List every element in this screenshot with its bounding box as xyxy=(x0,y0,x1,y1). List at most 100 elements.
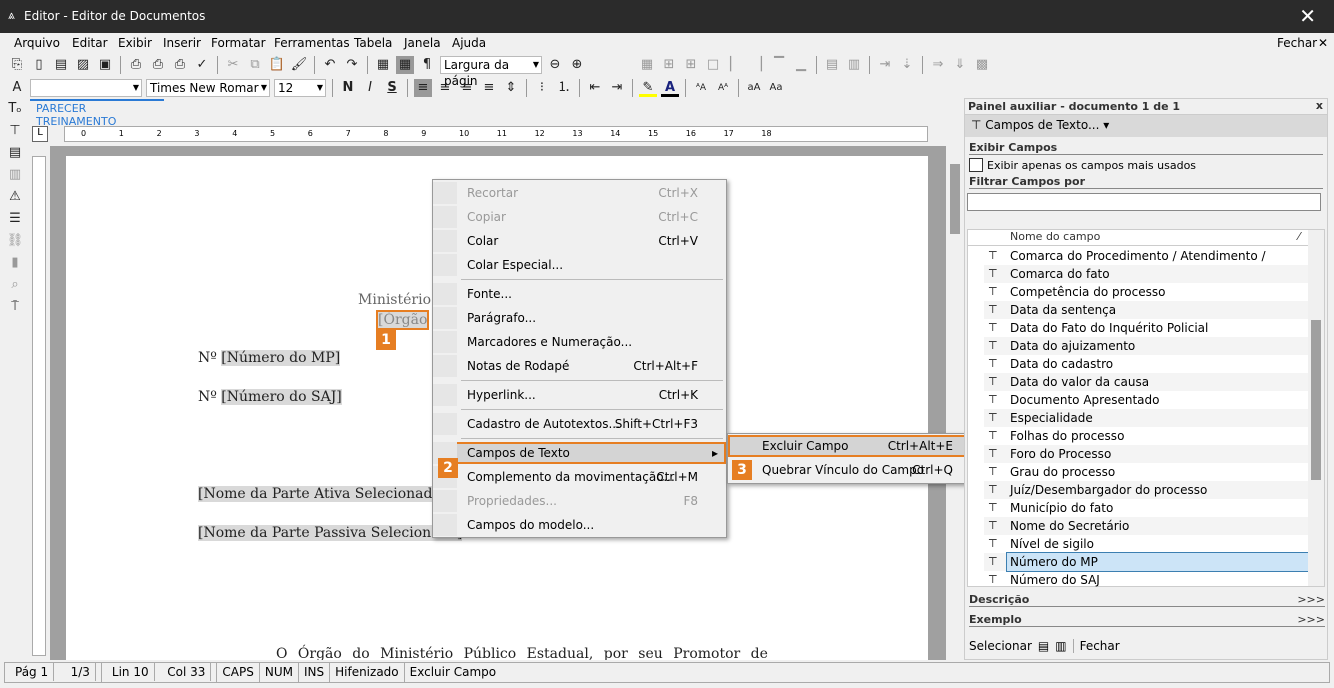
field-numero-mp[interactable]: [Número do MP] xyxy=(221,350,341,366)
field-list-item[interactable]: ⊤ Município do fato xyxy=(984,499,1310,517)
field-list-item[interactable]: ⊤ Foro do Processo xyxy=(984,445,1310,463)
tab-stop-selector[interactable]: L xyxy=(32,126,48,142)
list-icon[interactable]: ☰ xyxy=(6,210,24,228)
split-rows-icon[interactable]: ▤ xyxy=(823,56,841,74)
autotext-icon[interactable]: ▥ xyxy=(6,166,24,184)
zoom-select[interactable]: Largura da págin ▼ xyxy=(440,56,542,88)
pilcrow-icon[interactable]: ¶ xyxy=(418,56,436,74)
style-select[interactable]: ▼ xyxy=(30,79,142,97)
draw-table-icon[interactable]: ▦ xyxy=(396,56,414,74)
paint-icon[interactable]: ⍑ xyxy=(6,298,24,316)
context-item-marcadores-e-numera-o[interactable]: Marcadores e Numeração... xyxy=(433,331,726,353)
field-numero-saj[interactable]: [Número do SAJ] xyxy=(221,389,342,405)
context-item-fonte[interactable]: Fonte... xyxy=(433,283,726,305)
zoom-out-icon[interactable]: ⊖ xyxy=(546,56,564,74)
align-left-icon[interactable]: ≡ xyxy=(414,79,432,97)
field-orgao[interactable]: [Órgão xyxy=(375,310,430,330)
spellcheck-icon[interactable]: ✓ xyxy=(193,56,211,74)
open-recent-icon[interactable]: ▨ xyxy=(74,56,92,74)
field-parte-passiva[interactable]: [Nome da Parte Passiva Selecionada] xyxy=(198,525,463,541)
field-list-item[interactable]: ⊤ Nome do Secretário xyxy=(984,517,1310,535)
borders-grid-icon[interactable]: ⊞ xyxy=(660,56,678,74)
link-icon[interactable]: ⛓ xyxy=(6,232,24,250)
bold-button[interactable]: N xyxy=(339,79,357,97)
uppercase-icon[interactable]: Aa xyxy=(767,79,785,97)
menu-inserir[interactable]: Inserir xyxy=(163,36,201,50)
print-preview-icon[interactable]: ⎙ xyxy=(171,56,189,74)
field-list-item[interactable]: ⊤ Número do SAJ xyxy=(984,571,1310,589)
increase-indent-icon[interactable]: ⇥ xyxy=(608,79,626,97)
menu-editar[interactable]: Editar xyxy=(72,36,108,50)
cut-icon[interactable]: ✂ xyxy=(224,56,242,74)
new-document-icon[interactable]: ▯ xyxy=(30,56,48,74)
justify-icon[interactable]: ≡ xyxy=(480,79,498,97)
save-icon[interactable]: ▣ xyxy=(96,56,114,74)
field-list-item[interactable]: ⊤ Documento Apresentado xyxy=(984,391,1310,409)
italic-button[interactable]: I xyxy=(361,79,379,97)
alert-icon[interactable]: ⚠ xyxy=(6,188,24,206)
context-item-campos-de-texto[interactable]: Campos de Texto ▸ xyxy=(433,442,726,464)
context-item-complemento-da-movimenta-o[interactable]: Complemento da movimentação... Ctrl+M xyxy=(433,466,726,488)
filter-input[interactable] xyxy=(967,193,1321,211)
context-item-propriedades[interactable]: Propriedades... F8 xyxy=(433,490,726,512)
context-item-campos-do-modelo[interactable]: Campos do modelo... xyxy=(433,514,726,536)
fields-scroll-thumb[interactable] xyxy=(1311,320,1321,480)
menu-janela[interactable]: Janela xyxy=(404,36,441,50)
context-item-cadastro-de-autotextos[interactable]: Cadastro de Autotextos... Shift+Ctrl+F3 xyxy=(433,413,726,435)
paste-icon[interactable]: 📋 xyxy=(268,56,286,74)
horizontal-ruler[interactable]: 0 1 2 3 4 5 6 7 8 9 10 11 12 13 14 15 16 17 18 xyxy=(64,126,928,142)
copy-icon[interactable]: ⧉ xyxy=(246,56,264,74)
delete-row-icon[interactable]: ⇒ xyxy=(929,56,947,74)
field-list-item[interactable]: ⊤ Data do ajuizamento xyxy=(984,337,1310,355)
close-doc-icon[interactable]: ✕ xyxy=(1318,36,1328,50)
border-left-icon[interactable]: ▏ xyxy=(726,56,744,74)
model-fields-icon[interactable]: ▤ xyxy=(6,144,24,162)
format-painter-icon[interactable]: 🖌 xyxy=(290,56,308,74)
font-size-select[interactable]: 12 ▼ xyxy=(274,79,326,97)
menu-arquivo[interactable]: Arquivo xyxy=(14,36,60,50)
print-icon[interactable]: ⎙ xyxy=(127,56,145,74)
close-window-button[interactable]: ✕ xyxy=(1299,4,1316,28)
fechar-button[interactable]: Fechar xyxy=(1072,639,1120,653)
insert-field-icon[interactable]: Tₒ xyxy=(6,100,24,118)
menu-ajuda[interactable]: Ajuda xyxy=(452,36,486,50)
field-list-item[interactable]: ⊤ Data do cadastro xyxy=(984,355,1310,373)
numbering-icon[interactable]: ⒈ xyxy=(555,79,573,97)
descricao-section[interactable]: Descrição >>> xyxy=(969,593,1325,607)
field-list-item[interactable]: ⊤ Nível de sigilo xyxy=(984,535,1310,553)
column-header-nome[interactable]: Nome do campo ⁄ xyxy=(968,230,1308,246)
most-used-checkbox[interactable] xyxy=(969,158,983,172)
grow-font-icon[interactable]: ᴬA xyxy=(692,79,710,97)
styles-icon[interactable]: A xyxy=(8,79,26,97)
menu-fechar[interactable]: Fechar xyxy=(1277,36,1317,50)
menu-ferramentas[interactable]: Ferramentas xyxy=(274,36,350,50)
context-item-notas-de-rodap[interactable]: Notas de Rodapé Ctrl+Alt+F xyxy=(433,355,726,377)
borders-inner-icon[interactable]: ⊞ xyxy=(682,56,700,74)
new-from-template-icon[interactable]: ⎘ xyxy=(8,56,26,74)
field-parte-ativa[interactable]: [Nome da Parte Ativa Selecionada xyxy=(198,486,441,502)
text-fields-icon[interactable]: ⊤ xyxy=(6,122,24,140)
align-center-icon[interactable]: ≡ xyxy=(436,79,454,97)
font-select[interactable]: Times New Romar ▼ xyxy=(146,79,270,97)
field-list-item[interactable]: ⊤ Data do valor da causa xyxy=(984,373,1310,391)
shrink-font-icon[interactable]: Aᴬ xyxy=(714,79,732,97)
context-item-colar[interactable]: Colar Ctrl+V xyxy=(433,230,726,252)
most-used-checkbox-row[interactable]: Exibir apenas os campos mais usados xyxy=(965,155,1327,175)
vertical-ruler[interactable] xyxy=(32,156,46,656)
table-props-icon[interactable]: ▩ xyxy=(973,56,991,74)
field-list-item[interactable]: ⊤ Grau do processo xyxy=(984,463,1310,481)
strike-button[interactable]: S xyxy=(383,79,401,97)
font-color-icon[interactable]: A xyxy=(661,79,679,97)
borders-outer-icon[interactable]: □ xyxy=(704,56,722,74)
context-item-colar-especial[interactable]: Colar Especial... xyxy=(433,254,726,276)
context-item-hyperlink[interactable]: Hyperlink... Ctrl+K xyxy=(433,384,726,406)
tab-parecer-treinamento[interactable]: PARECER TREINAMENTO xyxy=(30,99,164,128)
field-list-item[interactable]: ⊤ Especialidade xyxy=(984,409,1310,427)
field-list-item[interactable]: ⊤ Juíz/Desembargador do processo xyxy=(984,481,1310,499)
border-right-icon[interactable]: ▕ xyxy=(748,56,766,74)
field-list-item[interactable]: ⊤ Folhas do processo xyxy=(984,427,1310,445)
split-cols-icon[interactable]: ▥ xyxy=(845,56,863,74)
menu-formatar[interactable]: Formatar xyxy=(211,36,266,50)
bullets-icon[interactable]: ⁝ xyxy=(533,79,551,97)
context-item-recortar[interactable]: Recortar Ctrl+X xyxy=(433,182,726,204)
